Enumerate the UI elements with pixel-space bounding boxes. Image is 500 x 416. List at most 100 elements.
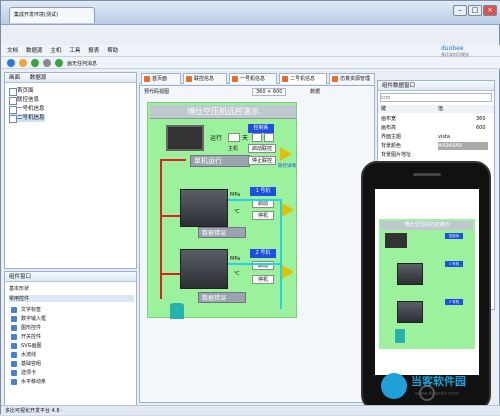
watermark-url: www.downkr.com [415,391,459,397]
settings-icon[interactable] [43,59,51,67]
table-row[interactable]: 背景图片地址 [378,151,494,159]
project-panel-tabs: 画面 数据源 [5,73,136,83]
run-hours-box [252,133,262,142]
machine2-stop-button[interactable]: 停机 [252,275,274,284]
group-basic-shapes-label: 基本形状 [9,286,30,292]
status-text: 多比可视化开发平台 4.8 · [5,408,63,414]
machine1-detail-arrow-icon[interactable] [282,203,294,217]
close-button[interactable]: × [483,5,497,16]
row-key: 画布高 [381,125,397,131]
row-key: 背景图片地址 [381,152,412,158]
preview-button[interactable]: 预代码视图 [144,88,169,95]
run-label: 运行 [210,135,223,142]
dock-item-text-label[interactable]: 文字标签 [10,306,41,314]
watermark-circle-icon [381,373,407,399]
page-icon [282,76,288,82]
red-pipe-machine2 [160,273,182,275]
dock-item-container[interactable]: 基础容组 [10,360,41,368]
phone-touchscreen-image [385,233,407,248]
save-icon[interactable] [31,59,39,67]
brand-name: duobee [441,45,464,52]
new-icon[interactable] [7,59,15,67]
compressor-2-image[interactable] [180,249,228,289]
run-icon[interactable] [55,59,63,67]
stop-link-button[interactable]: 停止联控 [248,156,276,165]
machine2-detail-arrow-icon[interactable] [282,265,294,279]
toolbar-status: 画无任何消息 [67,61,98,67]
page-icon [232,76,238,82]
tree-item-machine1[interactable]: 一号机信息 [9,105,45,114]
tree-item-machine2[interactable]: 二号机信息 [9,114,45,123]
run-min-box [264,133,274,142]
phone-speaker [413,173,441,176]
dock-item-graphic[interactable]: 图形控件 [10,324,41,332]
doc-tab-machine2-label: 二号机信息 [290,76,316,82]
maximize-button[interactable]: □ [468,5,482,16]
menu-item-tools[interactable]: 工具 [69,48,80,54]
dock-item-svg[interactable]: SVG画图 [10,342,41,350]
doc-tab-resources[interactable]: 仿真资源管理 [329,73,375,84]
dock-item-slider[interactable]: 水平移动条 [10,378,46,386]
title-bar: 集成开发环境(测试) – □ × [1,1,500,25]
red-pipe-top [160,159,186,161]
doc-tab-home-label: 首页面 [152,76,168,82]
dock-item-number-input[interactable]: 数字输入框 [10,315,46,323]
table-row[interactable]: 画布高 600 [378,124,494,132]
tab-datasource[interactable]: 数据源 [30,75,47,81]
table-row[interactable]: 背景颜色 #A9A9A9 [378,142,494,150]
phone-compressor-1 [397,263,423,285]
canvas-size-select[interactable]: 360 × 600 [252,88,287,96]
machine2-degc: ℃ [234,271,240,277]
app-window: 集成开发环境(测试) – □ × 文档 数据源 主机 工具 报表 帮助 duob… [0,0,500,415]
menu-item-host[interactable]: 主机 [50,48,61,54]
hmi-canvas[interactable]: 博仕空压机远控演示 控制系 运行 天 主机 启动联控 单机运行 停止联控 联控详… [147,102,297,319]
group-basic-shapes[interactable]: 基本形状 [9,285,29,292]
doc-tab-machine1[interactable]: 一号机信息 [229,73,277,84]
doc-tab-machine2[interactable]: 二号机信息 [279,73,327,84]
phone-hmi: 博仕空压机远控演示 控制系 1 号机 2 号机 [379,219,475,349]
menu-item-help[interactable]: 帮助 [107,48,118,54]
menu-bar: 文档 数据源 主机 工具 报表 帮助 [1,45,500,57]
table-row[interactable]: 画布宽 360 [378,115,494,123]
machine1-stop-button[interactable]: 停机 [252,211,274,220]
properties-title: 组件数据窗口 [378,81,494,91]
dock-item-switch[interactable]: 开关控件 [10,333,41,341]
link-detail-link[interactable]: 联控详情 [278,163,296,169]
row-value: 600 [476,125,486,131]
toolbar: 画无任何消息 [1,57,500,69]
menu-item-document[interactable]: 文档 [7,48,18,54]
start-link-button[interactable]: 启动联控 [248,144,276,153]
data-select[interactable]: 数据 [310,88,320,95]
group-common-controls[interactable]: 常用控件 [9,295,134,302]
minimize-button[interactable]: – [453,5,467,16]
tree-item-home[interactable]: 首页面 [9,87,34,96]
table-row[interactable]: 界面主题 vista [378,133,494,141]
watermark-name: 当客软件园 [411,375,466,388]
properties-search-input[interactable] [380,93,492,102]
menu-item-report[interactable]: 报表 [88,48,99,54]
doc-tab-resources-label: 仿真资源管理 [340,76,371,82]
open-icon[interactable] [19,59,27,67]
minimize-icon: – [458,6,462,14]
tree-item-link-info[interactable]: 联控信息 [9,96,39,105]
main-label: 主机 [228,146,239,152]
dock-item-tabs[interactable]: 选项卡 [10,369,36,377]
doc-tab-link-info[interactable]: 联控信息 [183,73,227,84]
compressor-1-image[interactable] [180,189,228,227]
cyan-pipe-machine2 [228,263,282,265]
doc-tab-home[interactable]: 首页面 [141,73,181,84]
browser-tab-title: 集成开发环境(测试) [14,12,58,18]
menu-item-datasource[interactable]: 数据源 [26,48,43,54]
page-icon [186,76,192,82]
row-value: #A9A9A9 [438,142,488,150]
link-detail-arrow-icon[interactable] [280,147,292,161]
browser-tab[interactable]: 集成开发环境(测试) [9,7,95,23]
phone-compressor-2 [397,301,423,323]
dock-item-water-line[interactable]: 水流线 [10,351,36,359]
row-key: 画布宽 [381,116,397,122]
page-icon [332,76,338,82]
project-panel: 画面 数据源 首页面 联控信息 一号机信息 二号机信息 [4,72,137,269]
phone-air-tank [395,329,405,343]
watermark-logo: 当客软件园 www.downkr.com [381,371,499,405]
tab-screens[interactable]: 画面 [9,75,20,81]
